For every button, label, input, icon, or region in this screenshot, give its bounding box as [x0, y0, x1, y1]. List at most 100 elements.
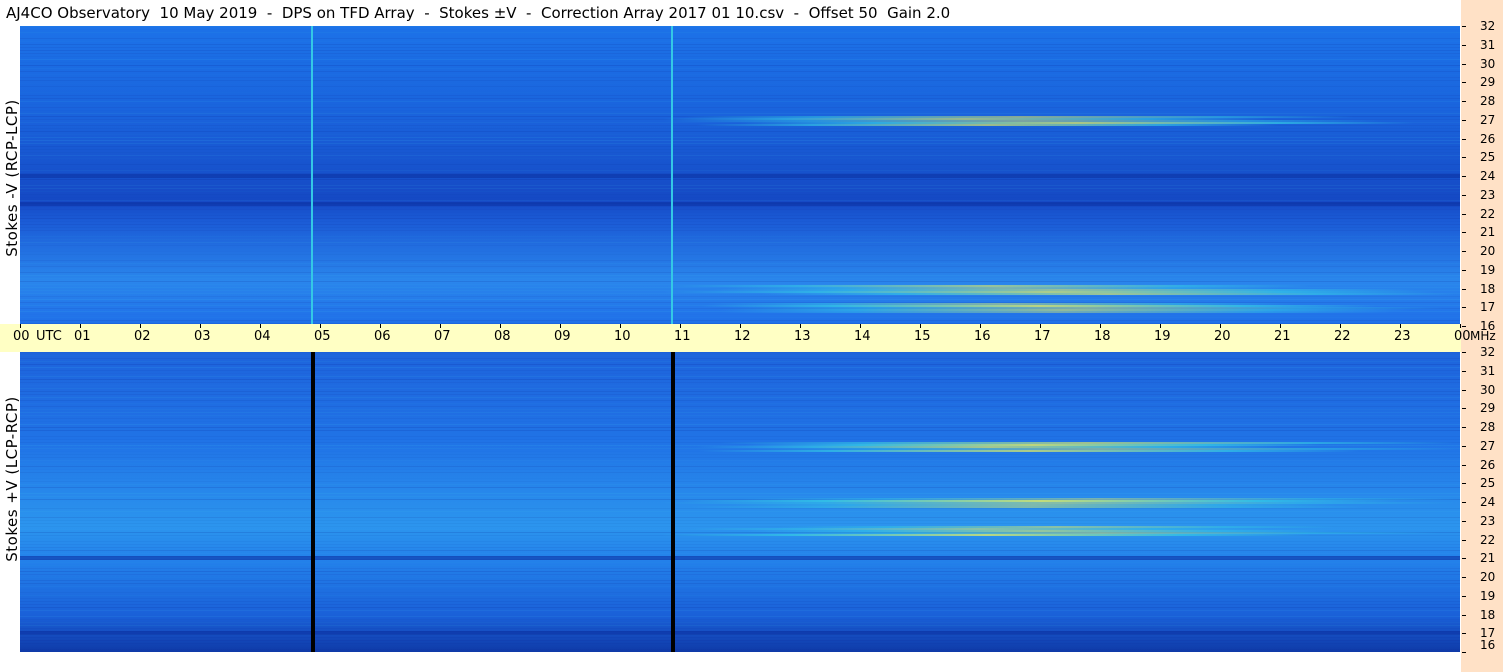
- frequency-tick-label: 18: [1480, 607, 1496, 622]
- spectrogram-texture-row: [20, 212, 1460, 213]
- vertical-interference-line: [311, 352, 315, 652]
- frequency-tick-label: 30: [1480, 382, 1496, 397]
- frequency-tick-mark: [1462, 213, 1466, 215]
- frequency-tick-mark: [1462, 520, 1466, 522]
- frequency-tick-mark: [1462, 269, 1466, 271]
- frequency-tick-label: 24: [1480, 169, 1496, 183]
- spectrogram-texture-row: [20, 218, 1460, 219]
- spectrogram-texture-row: [20, 478, 1460, 479]
- utc-tick-label: 07: [434, 329, 451, 344]
- spectrogram-texture-row: [20, 53, 1460, 54]
- spectrogram-texture-row: [20, 158, 1460, 159]
- frequency-tick-mark: [1462, 652, 1466, 653]
- spectrogram-texture-row: [20, 320, 1460, 321]
- frequency-tick-mark: [1462, 408, 1466, 410]
- utc-tick-mark: [440, 324, 441, 328]
- frequency-tick-mark: [1462, 445, 1466, 447]
- spectrogram-texture-row: [20, 191, 1460, 192]
- spectrogram-texture-row: [20, 424, 1460, 425]
- spectrogram-texture-row: [20, 209, 1460, 210]
- utc-tick-mark: [200, 324, 201, 328]
- frequency-tick-mark: [1462, 389, 1466, 391]
- spectrogram-texture-row: [20, 56, 1460, 57]
- utc-tick-label: 05: [314, 329, 331, 344]
- utc-tick-mark: [1100, 324, 1101, 328]
- spectrogram-texture-row: [20, 358, 1460, 359]
- utc-tick-label: 21: [1274, 329, 1291, 344]
- frequency-tick-mark: [1462, 26, 1466, 27]
- spectrogram-texture-row: [20, 128, 1460, 129]
- spectrogram-texture-row: [20, 469, 1460, 470]
- spectrogram-texture-row: [20, 547, 1460, 548]
- frequency-tick-label: 27: [1480, 112, 1496, 127]
- utc-tick-label: 02: [134, 329, 151, 344]
- utc-tick-mark: [1460, 324, 1461, 328]
- utc-tick-label: 06: [374, 329, 391, 344]
- frequency-tick-label: 25: [1480, 476, 1496, 491]
- spectrogram-texture-row: [20, 649, 1460, 650]
- spectrogram-texture-row: [20, 35, 1460, 36]
- spectrogram-texture-row: [20, 143, 1460, 144]
- frequency-tick-mark: [1462, 176, 1466, 177]
- spectrogram-texture-row: [20, 364, 1460, 365]
- frequency-tick-label: 20: [1480, 244, 1496, 258]
- utc-tick-mark: [80, 324, 81, 328]
- spectrogram-texture-row: [20, 155, 1460, 156]
- spectrogram-texture-row: [20, 574, 1460, 575]
- utc-tick-label: 11: [674, 329, 691, 344]
- spectrogram-texture-row: [20, 637, 1460, 638]
- spectrogram-texture-row: [20, 71, 1460, 72]
- spectrogram-top: [20, 26, 1460, 326]
- spectrogram-texture-row: [20, 370, 1460, 371]
- frequency-tick-label: 21: [1480, 225, 1496, 240]
- spectrogram-texture-row: [20, 44, 1460, 45]
- utc-tick-label: 17: [1034, 329, 1051, 344]
- spectrogram-texture-row: [20, 107, 1460, 108]
- frequency-tick-mark: [1462, 614, 1466, 616]
- spectrogram-texture-row: [20, 484, 1460, 485]
- spectrogram-texture-row: [20, 406, 1460, 407]
- spectrogram-texture-row: [20, 296, 1460, 297]
- vertical-interference-line: [671, 26, 673, 326]
- utc-tick-mark: [1340, 324, 1341, 328]
- spectrogram-texture-row: [20, 418, 1460, 419]
- spectrogram-texture-row: [20, 113, 1460, 114]
- utc-tick-mark: [380, 324, 381, 328]
- spectrogram-texture-row: [20, 541, 1460, 542]
- spectrogram-texture-row: [20, 580, 1460, 581]
- spectrogram-texture-row: [20, 254, 1460, 255]
- spectrogram-texture-row: [20, 50, 1460, 51]
- spectrogram-texture-row: [20, 32, 1460, 33]
- spectrogram-texture-row: [20, 95, 1460, 96]
- spectrogram-texture-row: [20, 598, 1460, 599]
- spectrogram-texture-row: [20, 134, 1460, 135]
- utc-tick-mark: [1160, 324, 1161, 328]
- utc-tick-mark: [500, 324, 501, 328]
- spectrogram-bottom: [20, 352, 1460, 652]
- spectrogram-texture-row: [20, 152, 1460, 153]
- spectrogram-texture-row: [20, 86, 1460, 87]
- bright-band: [762, 292, 1455, 295]
- spectrogram-texture-row: [20, 101, 1460, 102]
- utc-tick-label: 09: [554, 329, 571, 344]
- spectrogram-texture-row: [20, 523, 1460, 524]
- vertical-interference-line: [671, 352, 675, 652]
- spectrogram-texture-row: [20, 427, 1460, 428]
- spectrogram-texture-row: [20, 245, 1460, 246]
- spectrogram-texture-row: [20, 260, 1460, 261]
- spectrogram-texture-row: [20, 275, 1460, 276]
- spectrogram-texture-row: [20, 355, 1460, 356]
- frequency-tick-label: 31: [1480, 37, 1496, 52]
- spectrogram-texture-row: [20, 248, 1460, 249]
- spectrogram-texture-row: [20, 65, 1460, 66]
- spectrogram-texture-row: [20, 628, 1460, 629]
- spectrogram-texture-row: [20, 89, 1460, 90]
- frequency-tick-mark: [1462, 464, 1466, 466]
- spectrogram-texture-row: [20, 400, 1460, 401]
- utc-tick-mark: [800, 324, 801, 328]
- spectrogram-texture-row: [20, 514, 1460, 515]
- spectrogram-texture-row: [20, 197, 1460, 198]
- spectrogram-texture-row: [20, 517, 1460, 518]
- bright-band: [661, 534, 1311, 537]
- spectrogram-texture-row: [20, 41, 1460, 42]
